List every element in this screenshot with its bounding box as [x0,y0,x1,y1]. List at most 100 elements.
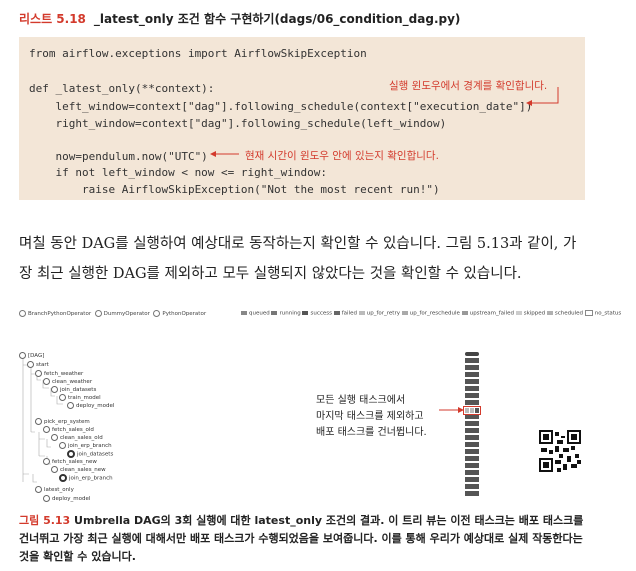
status-cell [465,470,479,475]
callout-line: 마지막 태스크를 제외하고 [316,411,424,422]
circle-icon [51,434,58,441]
circle-icon [43,426,50,433]
tree-label: clean_weather [52,379,93,385]
legend-swatch [333,311,340,315]
tree-node: join_datasets [67,450,113,458]
tree-node: clean_sales_old [51,434,103,441]
circle-icon [67,402,74,409]
tree-node: clean_sales_new [51,466,106,473]
tree-label: join_datasets [60,387,97,393]
listing-title: 리스트 5.18 _latest_only 조건 함수 구현하기(dags/06_… [19,10,460,27]
tree-node: fetch_sales_new [43,458,97,465]
legend-label: queued [249,310,270,317]
tree-node: join_erp_branch [59,442,112,449]
circle-icon [59,442,66,449]
tree-label: [DAG] [28,353,45,359]
tree-node: deploy_model [43,495,90,502]
code-line: right_window=context["dag"].following_sc… [29,117,447,130]
annotation-arrow-1 [526,87,559,106]
legend-swatch [401,311,408,315]
tree-label: start [36,362,49,368]
circle-icon [35,370,42,377]
highlighted-deploy-cell [463,406,481,415]
status-cell [465,484,479,489]
code-line: now=pendulum.now("UTC") [29,150,208,163]
status-cell [465,393,479,398]
circle-icon [35,418,42,425]
circle-icon [43,495,50,502]
status-cell [465,386,479,391]
operator-label: DummyOperator [103,311,150,317]
code-line: left_window=context["dag"].following_sch… [29,100,533,113]
circle-icon [43,378,50,385]
tree-label: train_model [68,395,101,401]
tree-node: [DAG] [19,352,44,359]
tree-node: join_datasets [51,386,96,393]
tree-node: join_erp_branch [59,474,113,482]
circle-icon [59,394,66,401]
run-status-grid [465,352,479,498]
status-legend: queued running success failed up_for_ret… [241,310,621,317]
tree-label: fetch_sales_old [52,427,94,433]
tree-label: clean_sales_old [60,435,103,441]
legend-swatch [302,311,309,315]
tree-label: join_erp_branch [69,475,113,482]
legend-label: upstream_failed [469,310,514,317]
status-cell [465,435,479,440]
code-line: def _latest_only(**context): [29,82,215,95]
figure-caption: 그림 5.13 Umbrella DAG의 3회 실행에 대한 latest_o… [19,512,594,566]
status-cell [465,372,479,377]
legend-swatch [584,310,593,316]
tree-label: latest_only [44,487,74,493]
circle-icon [43,458,50,465]
tree-node: start [27,361,49,368]
tree-label: deploy_model [52,496,91,502]
code-block: from airflow.exceptions import AirflowSk… [19,37,585,200]
circle-icon [27,361,34,368]
figure-number: 그림 5.13 [19,514,71,527]
status-cell [465,449,479,454]
legend-swatch [461,311,468,315]
qr-code-icon [539,430,581,472]
status-cell [465,365,479,370]
legend-label: up_for_retry [366,310,400,317]
callout-line: 모든 실행 태스크에서 [316,395,406,406]
status-cell [465,358,479,363]
operator-legend: BranchPythonOperator DummyOperator Pytho… [19,310,206,317]
tree-label: deploy_model [76,403,115,409]
tree-node: fetch_sales_old [43,426,94,433]
legend-swatch [241,311,247,315]
listing-caption: _latest_only 조건 함수 구현하기(dags/06_conditio… [93,12,461,26]
tree-node: deploy_model [67,402,114,409]
legend-label: success [310,310,332,317]
figure-callout: 모든 실행 태스크에서 마지막 태스크를 제외하고 배포 태스크를 건너뜁니다. [316,393,427,441]
legend-swatch [546,311,553,315]
circle-icon [35,486,42,493]
status-cell [465,421,479,426]
legend-label: scheduled [554,310,584,317]
tree-node: clean_weather [43,378,92,385]
callout-arrow [439,407,464,413]
tree-label: join_erp_branch [68,443,112,449]
tree-node: fetch_weather [35,370,83,377]
circle-icon [67,450,75,458]
code-line: from airflow.exceptions import AirflowSk… [29,47,367,60]
circle-icon [51,466,58,473]
circle-icon [59,474,67,482]
circle-icon [153,310,161,317]
tree-label: join_datasets [77,451,114,458]
legend-label: no_status [594,310,622,317]
circle-icon [19,310,26,317]
legend-label: up_for_reschedule [409,310,460,317]
tree-label: fetch_weather [44,371,84,377]
legend-swatch [358,311,365,315]
code-annotation-now: 현재 시간이 윈도우 안에 있는지 확인합니다. [245,150,439,162]
legend-swatch [271,311,278,315]
legend-swatch [515,311,522,315]
body-paragraph-line-1: 며칠 동안 DAG를 실행하여 예상대로 동작하는지 확인할 수 있습니다. 그… [19,236,577,252]
status-cell [465,379,479,384]
operator-label: BranchPythonOperator [28,311,92,317]
status-cell [465,400,479,405]
status-cell [465,477,479,482]
circle-icon [94,310,102,317]
